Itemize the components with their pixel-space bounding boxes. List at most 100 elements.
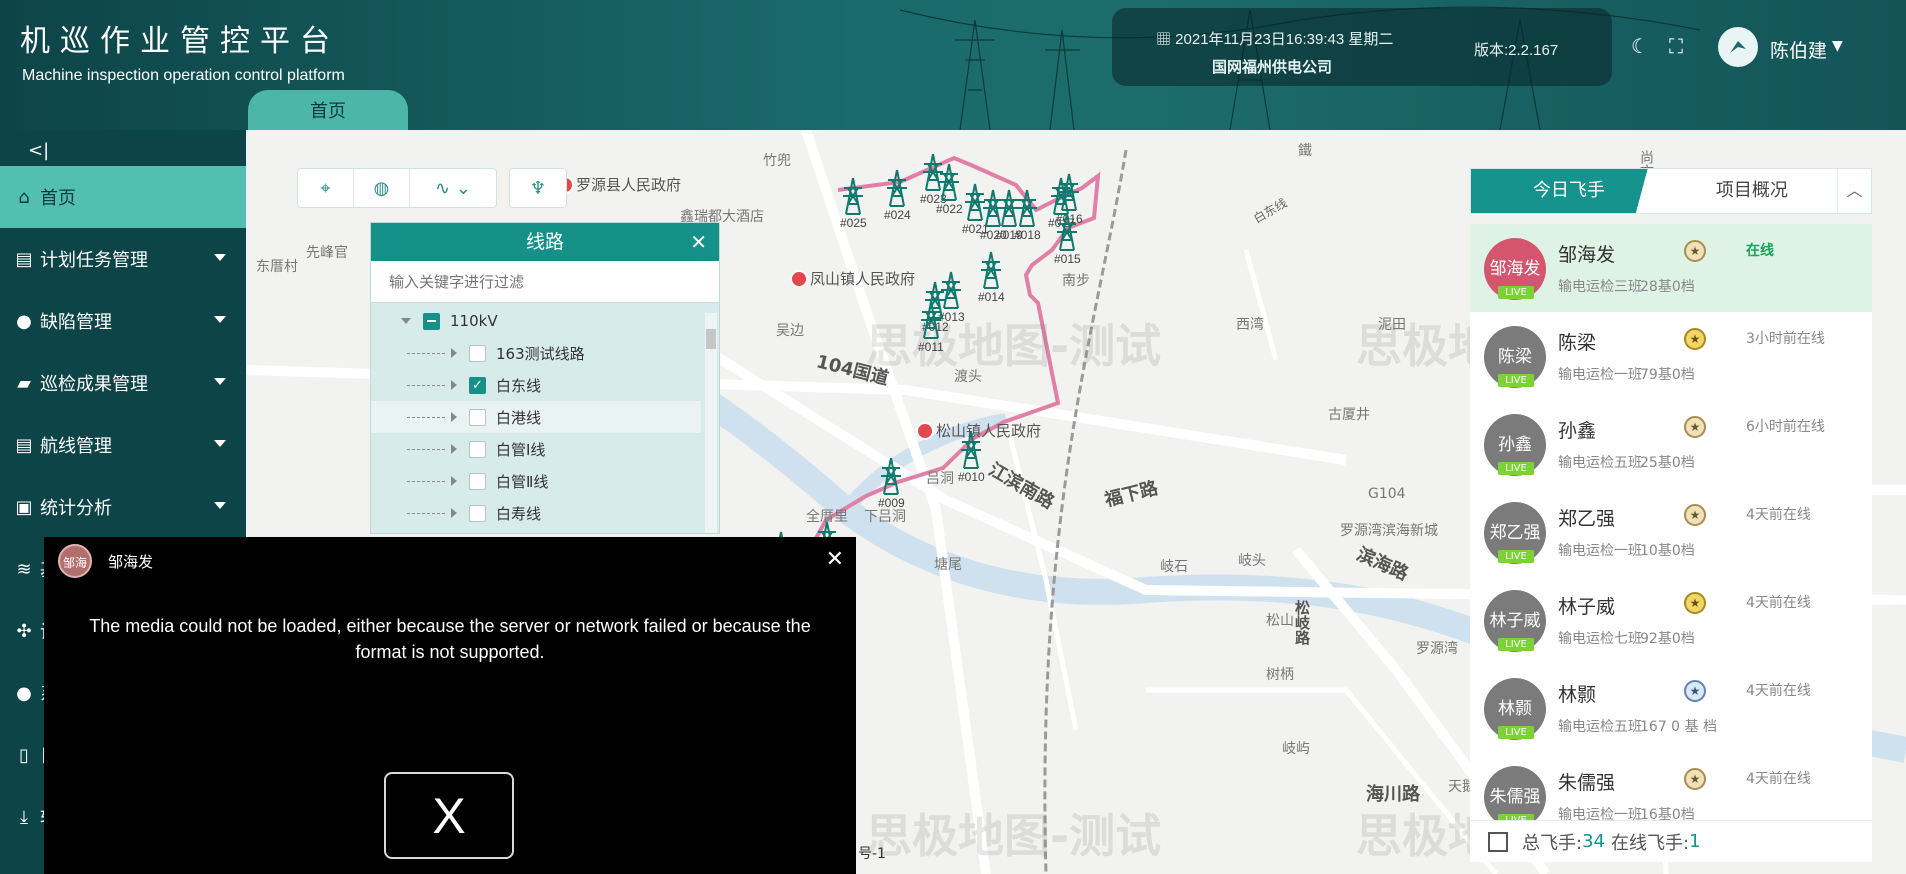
user-avatar[interactable]	[1718, 27, 1758, 67]
tree-node-110kv[interactable]: 110kV	[371, 305, 701, 337]
globe-icon[interactable]: ◍	[354, 169, 410, 207]
checkbox-checked[interactable]: ✓	[469, 376, 486, 394]
video-error-button[interactable]: X	[384, 772, 514, 859]
caret-right-icon[interactable]	[451, 444, 457, 454]
video-error-message: The media could not be loaded, either be…	[89, 616, 811, 662]
right-panel-tabs: 今日飞手 项目概况 ︿	[1470, 168, 1872, 214]
live-badge[interactable]: LIVE	[1498, 374, 1534, 387]
tab-today-pilots[interactable]: 今日飞手	[1471, 169, 1667, 213]
caret-right-icon[interactable]	[451, 412, 457, 422]
sidebar-item-routes[interactable]: ▤ 航线管理	[0, 414, 246, 476]
tower-icon[interactable]	[1012, 188, 1042, 228]
clipboard-icon: ▤	[15, 434, 33, 456]
pilot-team: 输电运检一班	[1558, 807, 1642, 820]
close-icon[interactable]: ✕	[690, 223, 707, 261]
tree-node-line[interactable]: 白管Ⅱ线	[371, 465, 701, 497]
tower-icon[interactable]	[1052, 212, 1082, 252]
tower-icon[interactable]	[876, 456, 906, 496]
sidebar-item-defects[interactable]: ● 缺陷管理	[0, 290, 246, 352]
line-filter-input[interactable]	[389, 272, 701, 291]
chevron-up-icon[interactable]: ︿	[1837, 169, 1871, 213]
checkbox[interactable]	[423, 312, 440, 330]
pilot-row[interactable]: 朱儒强LIVE朱儒强★4天前在线输电运检一班16基0档	[1470, 752, 1872, 820]
document-icon: ▯	[19, 744, 29, 766]
map-poi[interactable]: 罗源县人民政府	[576, 174, 681, 195]
checkbox-icon[interactable]	[1488, 831, 1508, 852]
video-pilot-name: 邹海发	[108, 552, 154, 571]
map-locate-icon[interactable]: ⌖	[298, 169, 354, 207]
pilot-row[interactable]: 孙鑫 LIVE 孙鑫 ★ 6小时前在线 输电运检五班 25基0档	[1470, 400, 1872, 488]
checkbox[interactable]	[469, 408, 486, 426]
tower-icon[interactable]	[976, 250, 1006, 290]
map-place: 岐头	[1238, 553, 1266, 569]
tree-node-line[interactable]: 白寿线	[371, 497, 701, 529]
avatar: 邹海	[58, 544, 92, 578]
avatar[interactable]: 朱儒强	[1484, 766, 1546, 820]
checkbox[interactable]	[469, 472, 486, 490]
tower-label: #025	[840, 216, 867, 230]
tree-node-line[interactable]: ✓ 白东线	[371, 369, 701, 401]
tab-project-overview[interactable]: 项目概况	[1667, 169, 1837, 213]
caret-right-icon[interactable]	[451, 348, 457, 358]
layers-icon: ≋	[16, 558, 32, 580]
fullscreen-icon[interactable]: ⛶	[1664, 34, 1688, 58]
sidebar-item-inspection-results[interactable]: ▰ 巡检成果管理	[0, 352, 246, 414]
pilot-count: 92基0档	[1640, 631, 1695, 647]
tab-home[interactable]: 首页	[248, 90, 408, 130]
line-filter-field[interactable]	[371, 261, 719, 303]
pilot-row[interactable]: 林颢 LIVE 林颢 ★ 4天前在线 输电运检五班 167 0 基 档	[1470, 664, 1872, 752]
drone-icon	[1730, 41, 1746, 53]
tower-icon[interactable]	[838, 176, 868, 216]
tree-node-line[interactable]: 163测试线路	[371, 337, 701, 369]
scrollbar-thumb[interactable]	[706, 329, 716, 349]
map-watermark: 思极地图-测试	[866, 809, 1162, 863]
pilot-row[interactable]: 陈梁 LIVE 陈梁 ★ 3小时前在线 输电运检一班 79基0档	[1470, 312, 1872, 400]
route-dropdown-icon[interactable]: ∿ ⌄	[410, 169, 496, 207]
sidebar-item-statistics[interactable]: ▣ 统计分析	[0, 476, 246, 538]
caret-right-icon[interactable]	[451, 476, 457, 486]
clipboard-icon: ▤	[15, 248, 33, 270]
live-badge[interactable]: LIVE	[1498, 462, 1534, 475]
live-badge[interactable]: LIVE	[1498, 550, 1534, 563]
map-road: 海川路	[1366, 784, 1420, 805]
sidebar-collapse-icon[interactable]: <|	[28, 140, 49, 161]
close-icon[interactable]: ✕	[826, 547, 844, 572]
sidebar-item-plan-tasks[interactable]: ▤ 计划任务管理	[0, 228, 246, 290]
rank-medal-icon: ★	[1684, 240, 1706, 262]
caret-right-icon[interactable]	[451, 508, 457, 518]
tower-icon[interactable]	[882, 168, 912, 208]
map-poi[interactable]: 凤山镇人民政府	[810, 268, 915, 289]
map-place: 吕洞	[926, 471, 954, 487]
caret-down-icon[interactable]	[401, 318, 411, 324]
pilot-row[interactable]: 林子威 LIVE 林子威 ★ 4天前在线 输电运检七班 92基0档	[1470, 576, 1872, 664]
caret-right-icon[interactable]	[451, 380, 457, 390]
tower-toggle-icon[interactable]: ♆	[510, 169, 566, 207]
pilot-count: 79基0档	[1640, 367, 1695, 383]
live-badge[interactable]: LIVE	[1498, 286, 1534, 299]
company-name: 国网福州供电公司	[1212, 58, 1333, 76]
live-badge[interactable]: LIVE	[1498, 726, 1534, 739]
user-name[interactable]: 陈伯建	[1770, 36, 1827, 63]
tree-node-line[interactable]: 白港线	[371, 401, 701, 433]
map-poi[interactable]: 松山镇人民政府	[936, 420, 1041, 441]
tower-icon[interactable]	[916, 300, 946, 340]
sidebar-item-home[interactable]: ⌂ 首页	[0, 166, 246, 228]
map-tower-label-peek: 号-1	[858, 846, 886, 862]
tree-node-line[interactable]: 白管Ⅰ线	[371, 433, 701, 465]
map-place: 渡头	[954, 369, 982, 385]
tower-icon[interactable]	[1054, 172, 1084, 212]
scrollbar[interactable]	[705, 313, 717, 533]
tower-icon[interactable]	[956, 430, 986, 470]
checkbox[interactable]	[469, 344, 486, 362]
pilot-row[interactable]: 郑乙强 LIVE 郑乙强 ★ 4天前在线 输电运检一班 10基0档	[1470, 488, 1872, 576]
pilot-name: 林颢	[1558, 684, 1597, 706]
pilot-status: 在线	[1746, 243, 1774, 259]
pilot-row[interactable]: 邹海发 LIVE 邹海发 ★ 在线 输电运检三班 28基0档	[1470, 224, 1872, 312]
checkbox[interactable]	[469, 504, 486, 522]
map-place: 罗源湾	[1416, 641, 1458, 657]
live-badge[interactable]: LIVE	[1498, 638, 1534, 651]
theme-toggle-icon[interactable]: ☾	[1628, 34, 1652, 58]
checkbox[interactable]	[469, 440, 486, 458]
app-subtitle: Machine inspection operation control pla…	[22, 67, 345, 84]
user-menu-caret-icon[interactable]: ▼	[1832, 38, 1843, 54]
